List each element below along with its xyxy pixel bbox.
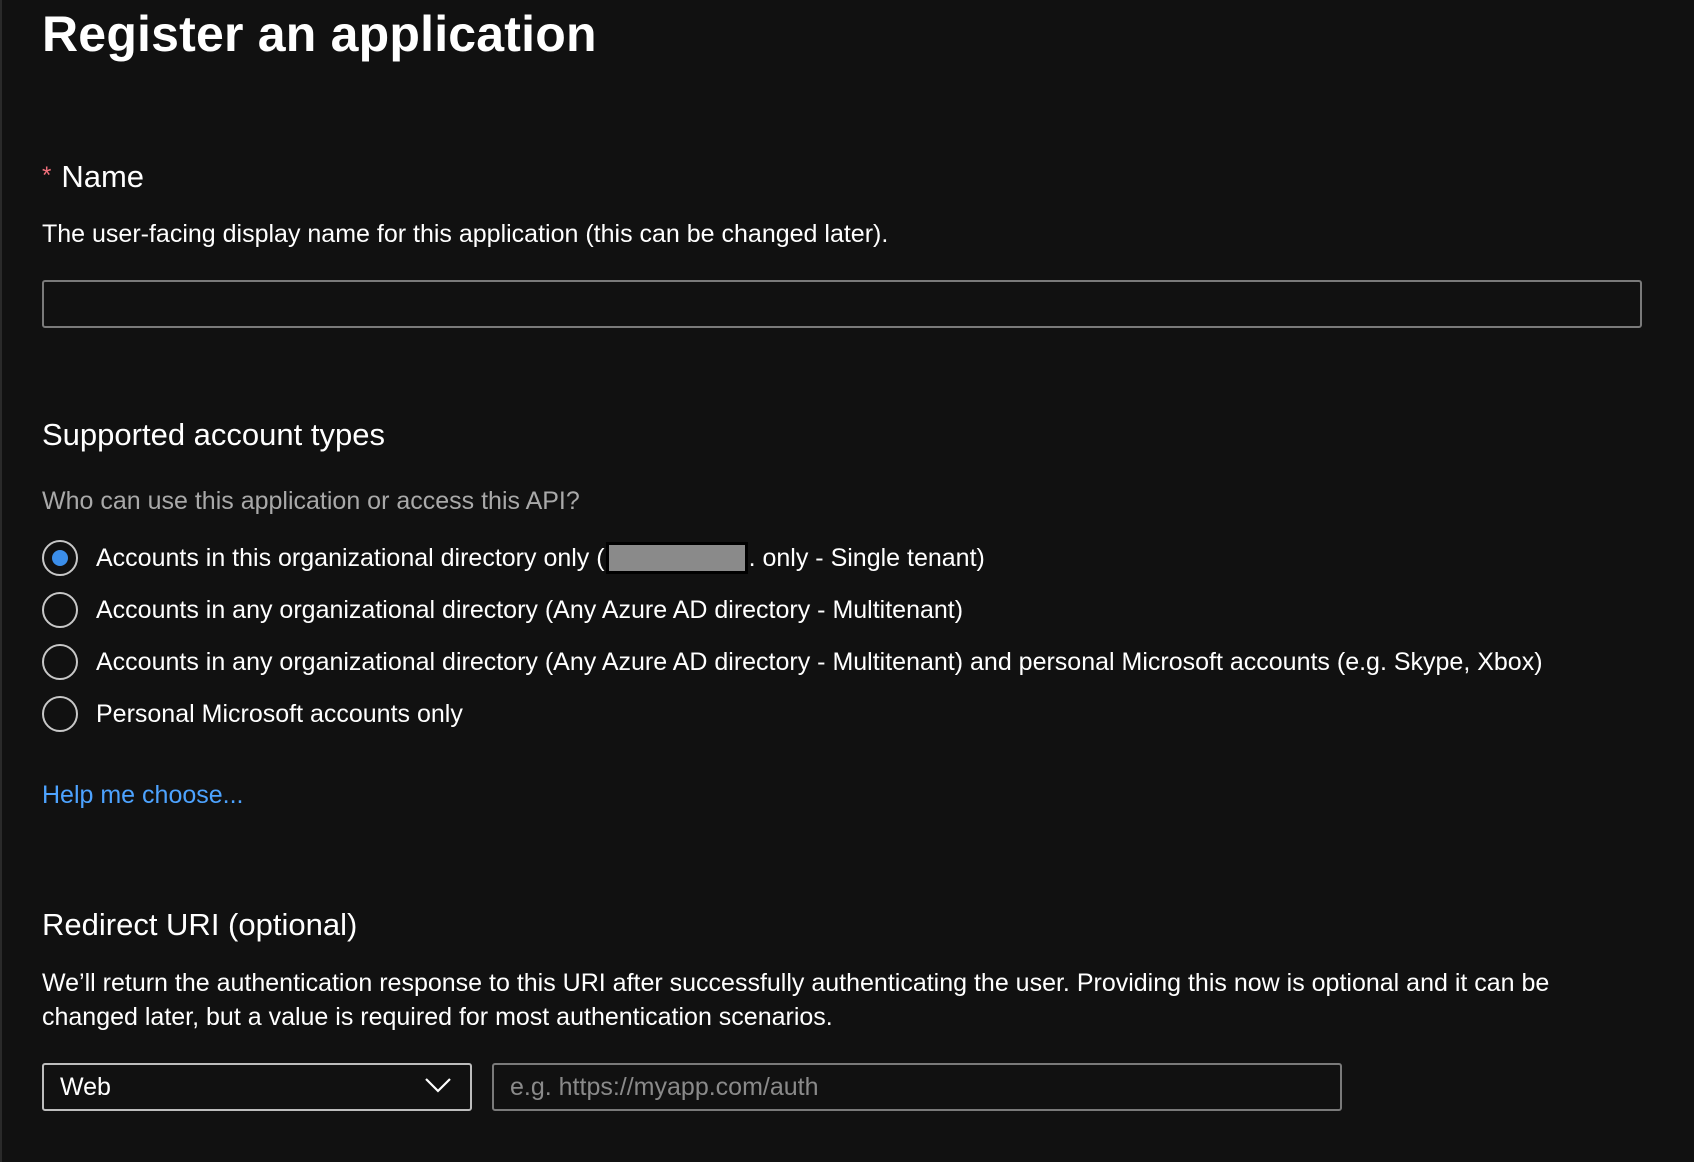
- platform-select[interactable]: Web: [42, 1063, 472, 1111]
- redirect-uri-heading: Redirect URI (optional): [42, 907, 358, 942]
- radio-button[interactable]: [42, 644, 78, 680]
- required-asterisk: *: [42, 162, 52, 189]
- name-input[interactable]: [42, 280, 1642, 328]
- account-types-question: Who can use this application or access t…: [42, 487, 580, 515]
- redirect-uri-input[interactable]: [492, 1063, 1342, 1111]
- radio-button[interactable]: [42, 592, 78, 628]
- radio-label-end: . only - Single tenant): [748, 544, 985, 572]
- radio-option-label: Accounts in any organizational directory…: [96, 596, 964, 624]
- page-title: Register an application: [42, 6, 597, 62]
- name-field-label: * Name: [42, 157, 144, 200]
- name-description: The user-facing display name for this ap…: [42, 220, 889, 248]
- redacted-tenant-name: [605, 542, 748, 574]
- account-types-heading: Supported account types: [42, 417, 385, 452]
- radio-option-label: Accounts in this organizational director…: [96, 541, 985, 575]
- redirect-uri-description: We’ll return the authentication response…: [42, 969, 1550, 1031]
- radio-option-personal-only[interactable]: Personal Microsoft accounts only: [42, 694, 463, 734]
- radio-option-single-tenant[interactable]: Accounts in this organizational director…: [42, 538, 985, 578]
- radio-option-label: Accounts in any organizational directory…: [96, 648, 1543, 676]
- name-label-text: Name: [61, 159, 145, 194]
- radio-option-multitenant-personal[interactable]: Accounts in any organizational directory…: [42, 642, 1543, 682]
- radio-option-multitenant[interactable]: Accounts in any organizational directory…: [42, 590, 963, 630]
- help-me-choose-link[interactable]: Help me choose...: [42, 778, 244, 812]
- radio-selected-dot: [52, 550, 68, 566]
- platform-select-value: Web: [60, 1073, 111, 1101]
- radio-option-label: Personal Microsoft accounts only: [96, 700, 463, 728]
- radio-label-start: Accounts in this organizational director…: [96, 544, 605, 572]
- chevron-down-icon: [424, 1076, 452, 1099]
- radio-button[interactable]: [42, 696, 78, 732]
- radio-button-selected[interactable]: [42, 540, 78, 576]
